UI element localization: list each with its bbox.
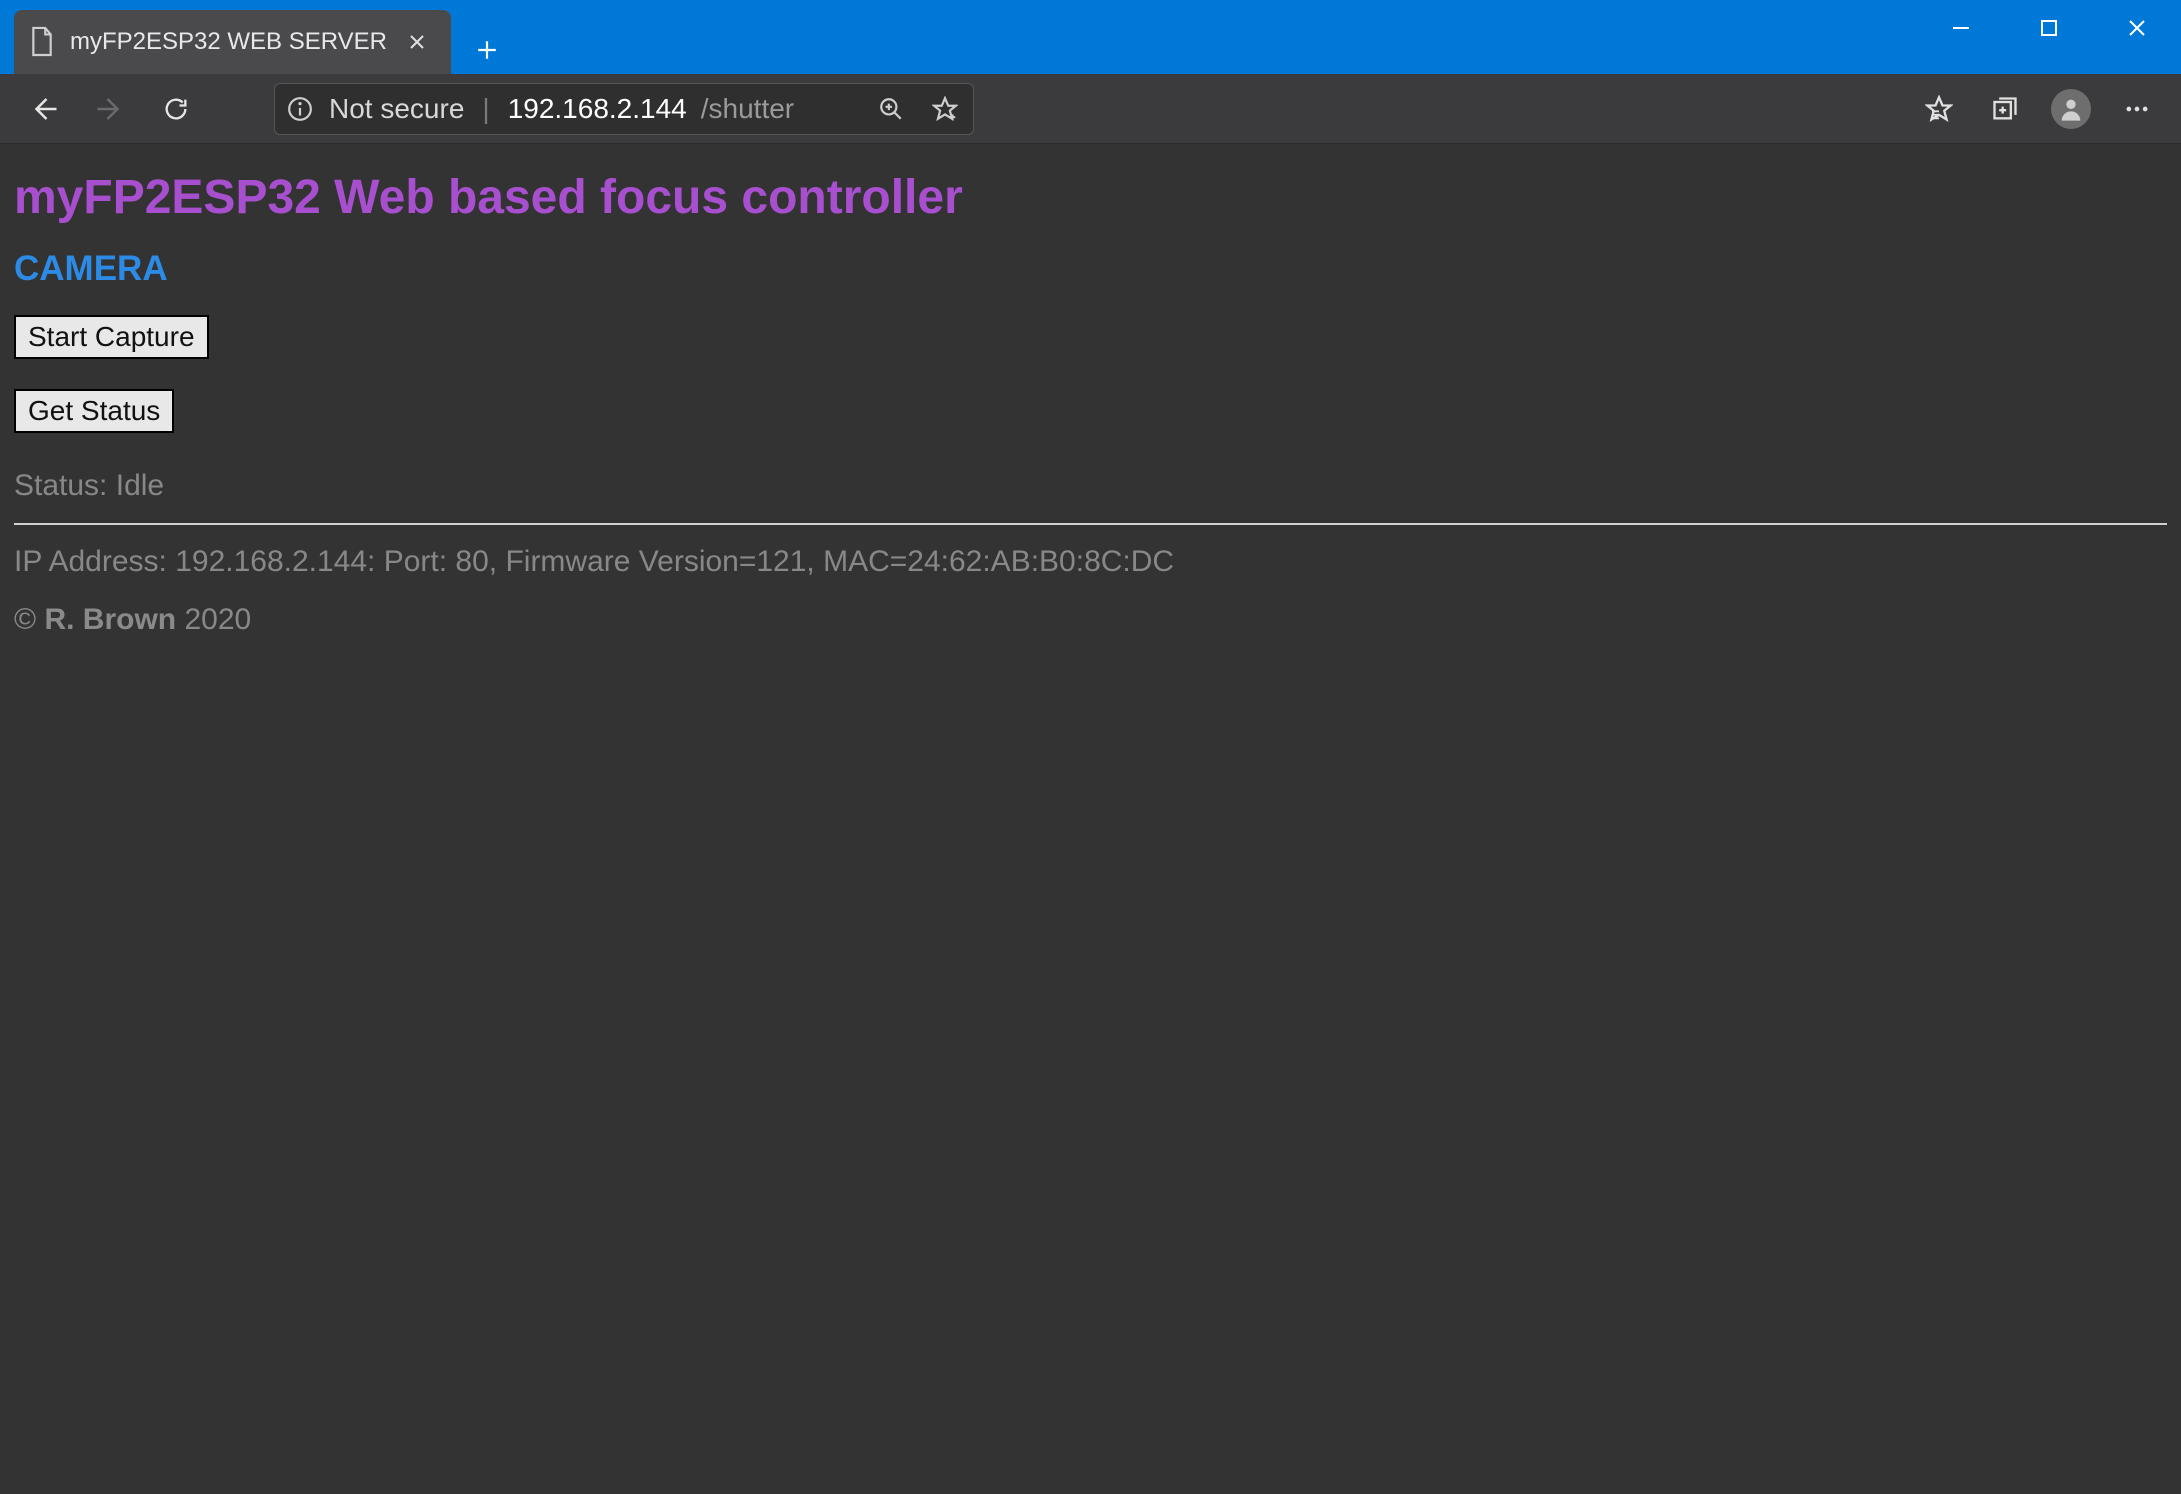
footer-info: IP Address: 192.168.2.144: Port: 80, Fir… xyxy=(14,545,2167,579)
copyright-name: R. Brown xyxy=(44,603,176,636)
status-line: Status: Idle xyxy=(14,469,2167,503)
copyright-year: 2020 xyxy=(184,603,251,636)
refresh-button[interactable] xyxy=(148,81,204,137)
avatar xyxy=(2051,89,2091,129)
favorites-button[interactable] xyxy=(1911,81,1967,137)
copyright-symbol: © xyxy=(14,603,36,636)
browser-tab[interactable]: myFP2ESP32 WEB SERVER xyxy=(14,10,451,74)
status-value: Idle xyxy=(116,469,164,502)
more-button[interactable] xyxy=(2109,81,2165,137)
url-host: 192.168.2.144 xyxy=(508,93,687,125)
browser-toolbar: Not secure | 192.168.2.144/shutter xyxy=(0,74,2181,144)
separator: | xyxy=(478,93,493,125)
add-favorite-icon[interactable] xyxy=(927,91,963,127)
back-button[interactable] xyxy=(16,81,72,137)
page-title: myFP2ESP32 Web based focus controller xyxy=(14,170,2167,225)
tab-strip: myFP2ESP32 WEB SERVER xyxy=(0,0,511,74)
new-tab-button[interactable] xyxy=(463,26,511,74)
collections-button[interactable] xyxy=(1977,81,2033,137)
divider xyxy=(14,523,2167,525)
section-title: CAMERA xyxy=(14,249,2167,289)
window-controls xyxy=(1917,0,2181,56)
minimize-button[interactable] xyxy=(1917,0,2005,56)
close-tab-button[interactable] xyxy=(401,26,433,58)
page-icon xyxy=(28,25,56,59)
forward-button[interactable] xyxy=(82,81,138,137)
copyright: © R. Brown 2020 xyxy=(14,603,2167,637)
url-path: /shutter xyxy=(701,93,794,125)
security-label: Not secure xyxy=(329,93,464,125)
close-window-button[interactable] xyxy=(2093,0,2181,56)
get-status-button[interactable]: Get Status xyxy=(14,389,174,433)
page-content: myFP2ESP32 Web based focus controller CA… xyxy=(0,144,2181,1494)
address-bar[interactable]: Not secure | 192.168.2.144/shutter xyxy=(274,83,974,135)
maximize-button[interactable] xyxy=(2005,0,2093,56)
profile-button[interactable] xyxy=(2043,81,2099,137)
status-label: Status: xyxy=(14,469,107,502)
tab-title: myFP2ESP32 WEB SERVER xyxy=(70,28,387,56)
start-capture-button[interactable]: Start Capture xyxy=(14,315,209,359)
zoom-icon[interactable] xyxy=(873,91,909,127)
info-icon xyxy=(285,94,315,124)
window-titlebar: myFP2ESP32 WEB SERVER xyxy=(0,0,2181,74)
